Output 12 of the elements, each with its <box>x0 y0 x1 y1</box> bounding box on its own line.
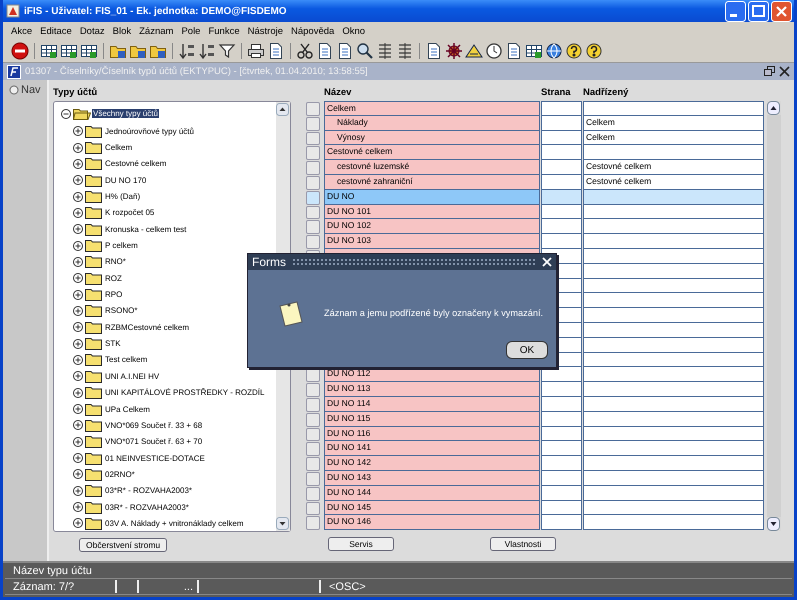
dialog-message: Záznam a jemu podřízené byly označeny k vymazání. <box>324 308 544 318</box>
record-status: Záznam: 7/? <box>5 580 117 593</box>
status-ellipsis: ... <box>139 580 199 593</box>
dialog-title: Forms <box>252 255 286 269</box>
column-header: Název <box>324 87 352 100</box>
column-header: Strana <box>540 87 572 100</box>
column-header: Nadřízený <box>582 87 630 100</box>
form-title: 01307 - Číselníky/Číselník typů účtů (EKTYPUC) - [čtvrtek, 01.04.2010; 13:58:55] <box>25 66 369 77</box>
hint-text: Název typu účtu <box>13 564 92 576</box>
window-title: iFIS - Uživatel: FIS_01 - Ek. jednotka: DEMO@FISDEMO <box>24 6 288 16</box>
tree-heading: Typy účtů <box>53 87 98 100</box>
mode-status: <OSC> <box>328 580 366 593</box>
